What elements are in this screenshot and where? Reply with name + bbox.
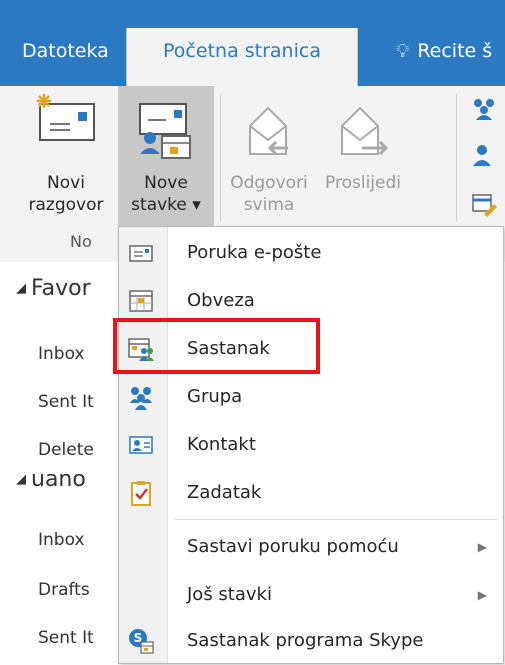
menu-item-label: Poruka e-pošte xyxy=(187,242,322,263)
folder-inbox[interactable]: Inbox xyxy=(38,344,85,364)
favorites-label: Favor xyxy=(31,276,91,301)
menu-item-label: Grupa xyxy=(187,386,243,407)
tell-me-box[interactable]: 💡︎ Recite š xyxy=(396,30,492,72)
new-conversation-button[interactable]: Novi razgovor xyxy=(14,86,118,226)
menu-item-skype-meeting[interactable]: S Sastanak programa Skype xyxy=(119,617,503,665)
ribbon-tab-bar: Datoteka Početna stranica 💡︎ Recite š xyxy=(0,0,505,88)
email-message-icon xyxy=(129,245,153,262)
favorites-header[interactable]: ◢ Favor xyxy=(16,276,91,301)
menu-item-label: Zadatak xyxy=(187,482,262,503)
folder-sent-items[interactable]: Sent It xyxy=(38,392,94,412)
contact-card-icon xyxy=(129,436,153,454)
new-conversation-label-2: razgovor xyxy=(28,195,104,215)
task-icon xyxy=(131,481,151,506)
new-items-menu: Poruka e-pošte Obveza Sastanak Grupa Kon… xyxy=(118,226,504,664)
ribbon-small-buttons xyxy=(470,90,505,230)
forward-button[interactable]: Proslijedi xyxy=(312,86,414,226)
new-conversation-icon xyxy=(37,94,95,141)
calendar-appointment-icon xyxy=(129,290,153,312)
edit-small-icon[interactable] xyxy=(470,190,500,220)
ribbon-group-label: No xyxy=(70,232,92,251)
ribbon-separator xyxy=(456,94,457,222)
tab-home[interactable]: Početna stranica xyxy=(126,28,358,88)
skype-meeting-icon: S xyxy=(129,629,154,654)
group-icon xyxy=(130,387,152,410)
reply-all-button[interactable]: Odgovori svima xyxy=(228,86,310,226)
contact-small-icon[interactable] xyxy=(470,140,500,170)
menu-item-group[interactable]: Grupa xyxy=(119,373,503,421)
new-items-label-1: Nove xyxy=(144,173,188,193)
submenu-arrow-icon: ▶ xyxy=(477,588,487,602)
menu-item-compose-with[interactable]: Sastavi poruku pomoću ▶ xyxy=(119,523,503,571)
menu-item-contact[interactable]: Kontakt xyxy=(119,421,503,469)
reply-all-icon xyxy=(249,106,288,156)
menu-separator xyxy=(175,519,497,520)
menu-item-label: Još stavki xyxy=(187,584,272,605)
menu-item-label: Sastavi poruku pomoću xyxy=(187,536,399,557)
lightbulb-icon: 💡︎ xyxy=(396,40,410,62)
tab-file[interactable]: Datoteka xyxy=(22,30,109,72)
forward-icon xyxy=(341,106,389,156)
new-items-label-2: stavke ▾ xyxy=(131,195,201,215)
forward-label: Proslijedi xyxy=(325,173,401,193)
new-items-icon xyxy=(139,103,191,159)
group-small-icon[interactable] xyxy=(470,94,500,124)
menu-item-more-items[interactable]: Još stavki ▶ xyxy=(119,571,503,619)
menu-item-label: Kontakt xyxy=(187,434,256,455)
folder-drafts[interactable]: Drafts xyxy=(38,580,90,600)
folder-inbox[interactable]: Inbox xyxy=(38,530,85,550)
folder-deleted-items[interactable]: Delete xyxy=(38,440,94,460)
collapse-triangle-icon: ◢ xyxy=(16,474,26,487)
new-items-button[interactable]: Nove stavke ▾ xyxy=(118,86,214,226)
tell-me-label: Recite š xyxy=(417,40,493,62)
ribbon-separator xyxy=(220,94,221,222)
submenu-arrow-icon: ▶ xyxy=(477,540,487,554)
folder-sent-items[interactable]: Sent It xyxy=(38,628,94,648)
reply-all-label-1: Odgovori xyxy=(230,173,308,193)
new-conversation-label-1: Novi xyxy=(47,173,85,193)
reply-all-label-2: svima xyxy=(243,195,295,215)
collapse-triangle-icon: ◢ xyxy=(16,281,26,296)
annotation-highlight-box xyxy=(113,318,320,374)
menu-item-email-message[interactable]: Poruka e-pošte xyxy=(119,229,503,277)
account-label: uano xyxy=(31,474,86,490)
menu-item-label: Sastanak programa Skype xyxy=(187,630,424,651)
menu-item-task[interactable]: Zadatak xyxy=(119,469,503,517)
account-header[interactable]: ◢ uano xyxy=(16,474,86,490)
